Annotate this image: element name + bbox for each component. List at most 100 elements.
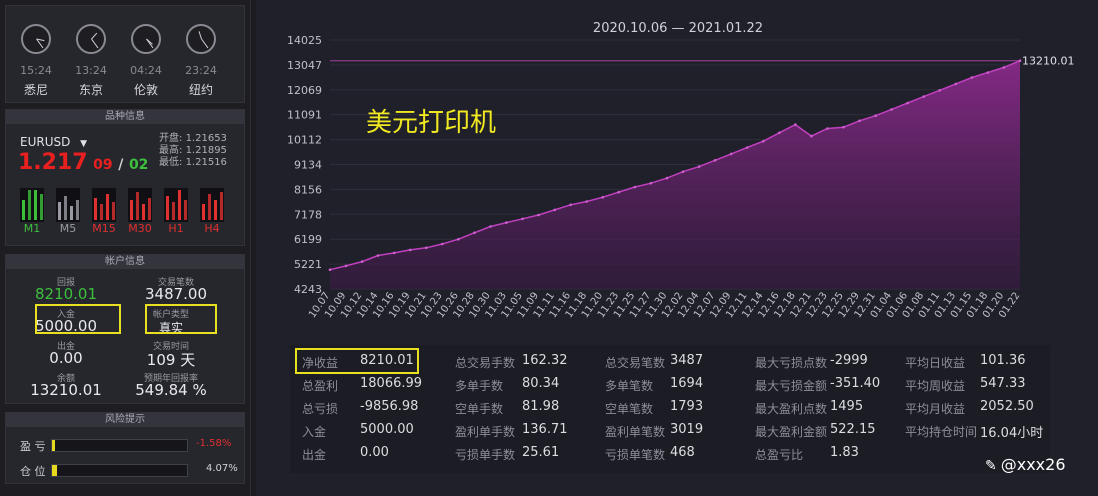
symbol-panel: 品种信息 EURUSD ▼ 1.217 09 / 02 开盘: 1.21653 … (5, 109, 245, 246)
stat-label: 平均持仓时间 (905, 425, 978, 439)
symbol-selector[interactable]: EURUSD ▼ (20, 135, 87, 149)
strength-bar (112, 202, 115, 220)
strength-bar (166, 196, 169, 220)
timeframe-strength-bars (92, 188, 116, 222)
stat-value: 101.36 (980, 353, 1026, 368)
equity-point (408, 248, 412, 252)
stat-label: 空单手数 (455, 402, 504, 416)
y-tick-label: 11091 (287, 109, 322, 122)
timeframe-tab[interactable]: M15 (92, 222, 116, 235)
equity-point (553, 208, 556, 212)
risk-panel: 风险提示 盈 亏 -1.58% 仓 位 4.07% (5, 412, 245, 484)
chevron-down-icon: ▼ (80, 139, 88, 149)
account-item-value: 13210.01 (30, 381, 102, 399)
equity-point (986, 71, 990, 74)
clock-panel: 15:24 悉尼 13:24 东京 04:24 伦敦 23:24 纽约 (5, 5, 245, 103)
equity-point (922, 95, 925, 98)
strength-bar (220, 192, 223, 220)
timeframe-tab[interactable]: H4 (200, 222, 224, 235)
price-main: 1.217 (18, 150, 88, 175)
stat-label: 最大盈利点数 (755, 402, 828, 416)
timeframe-tab[interactable]: M30 (128, 222, 152, 235)
equity-point (954, 82, 958, 86)
highlight-box-net-profit (295, 348, 419, 374)
clock-minute-hand (91, 38, 99, 49)
equity-point (521, 217, 524, 221)
equity-chart: 14025 13047 12069 11091 10112 9134 8156 7178 619… (287, 21, 1075, 320)
ohl-box: 开盘: 1.21653 最高: 1.21895 最低: 1.21516 (159, 133, 227, 169)
equity-point (665, 176, 669, 180)
stat-value: 1.83 (830, 445, 859, 460)
strength-bar (100, 204, 103, 220)
account-panel-title: 帐户信息 (6, 255, 244, 269)
clock-time: 04:24 (130, 64, 162, 77)
strength-bar (136, 192, 139, 220)
strength-bar (172, 202, 175, 220)
clock-city: 纽约 (188, 83, 213, 97)
watermark: ✎ @xxx26 (985, 455, 1066, 474)
timeframe-strength-bars (56, 188, 80, 222)
strength-bar (130, 200, 133, 220)
equity-point (489, 225, 492, 228)
equity-point (617, 190, 621, 194)
equity-point (762, 139, 765, 143)
stat-value: 81.98 (522, 399, 560, 414)
price-frac2: 02 (128, 157, 149, 173)
timeframe-strength-bars (20, 188, 44, 222)
stat-label: 总盈利 (302, 379, 339, 393)
equity-point (569, 203, 572, 207)
equity-point (938, 89, 942, 92)
strength-bar (178, 190, 181, 220)
equity-point (633, 185, 637, 189)
high-label: 最高: (159, 145, 183, 156)
equity-point (601, 195, 605, 199)
stat-label: 平均日收益 (905, 356, 966, 370)
strength-bar (148, 198, 151, 220)
strength-bar (34, 190, 37, 220)
strength-bar (22, 200, 25, 220)
strength-bar (184, 200, 187, 220)
timeframe-tab[interactable]: H1 (164, 222, 188, 235)
account-item-value: 0.00 (49, 349, 83, 367)
equity-point (649, 181, 653, 185)
timeframe-tab[interactable]: M1 (20, 222, 44, 235)
symbol-panel-title: 品种信息 (6, 110, 244, 124)
stat-value: 547.33 (980, 376, 1026, 391)
timeframe-strength-bars (164, 188, 188, 222)
strength-bar (70, 206, 73, 220)
risk-panel-title: 风险提示 (6, 413, 244, 427)
clock-city: 悉尼 (23, 83, 48, 97)
equity-point (794, 123, 797, 126)
clock-face-icon (131, 24, 161, 54)
clock-time: 15:24 (20, 64, 52, 77)
stat-label: 总交易笔数 (605, 356, 666, 370)
stat-label: 总亏损 (302, 402, 339, 416)
clock-face-icon (21, 24, 51, 54)
clock-time: 23:24 (185, 64, 217, 77)
equity-point (505, 221, 508, 224)
strength-bar (214, 200, 217, 220)
price-slash: / (118, 157, 124, 173)
clock-minute-hand (201, 38, 209, 49)
stat-value: 2052.50 (980, 399, 1034, 414)
equity-point (537, 213, 540, 217)
y-tick-label: 14025 (287, 34, 322, 47)
equity-point (713, 159, 717, 162)
strength-bar (76, 200, 79, 220)
high-value: 1.21895 (185, 145, 227, 156)
clock-face-icon (76, 24, 106, 54)
equity-point (810, 134, 813, 138)
highlight-box-account-type (145, 304, 217, 334)
stat-label: 平均周收益 (905, 379, 966, 393)
stat-label: 亏损单手数 (455, 448, 516, 462)
stat-value: 0.00 (360, 445, 389, 460)
strength-bar (28, 190, 31, 220)
equity-point (425, 246, 428, 250)
position-bar-fill (52, 465, 58, 476)
equity-point (1018, 59, 1022, 62)
timeframe-tab[interactable]: M5 (56, 222, 80, 235)
y-tick-label: 6199 (294, 233, 322, 246)
stat-value: 3487 (670, 353, 704, 368)
stat-value: 16.04小时 (980, 426, 1044, 441)
equity-point (778, 131, 781, 135)
